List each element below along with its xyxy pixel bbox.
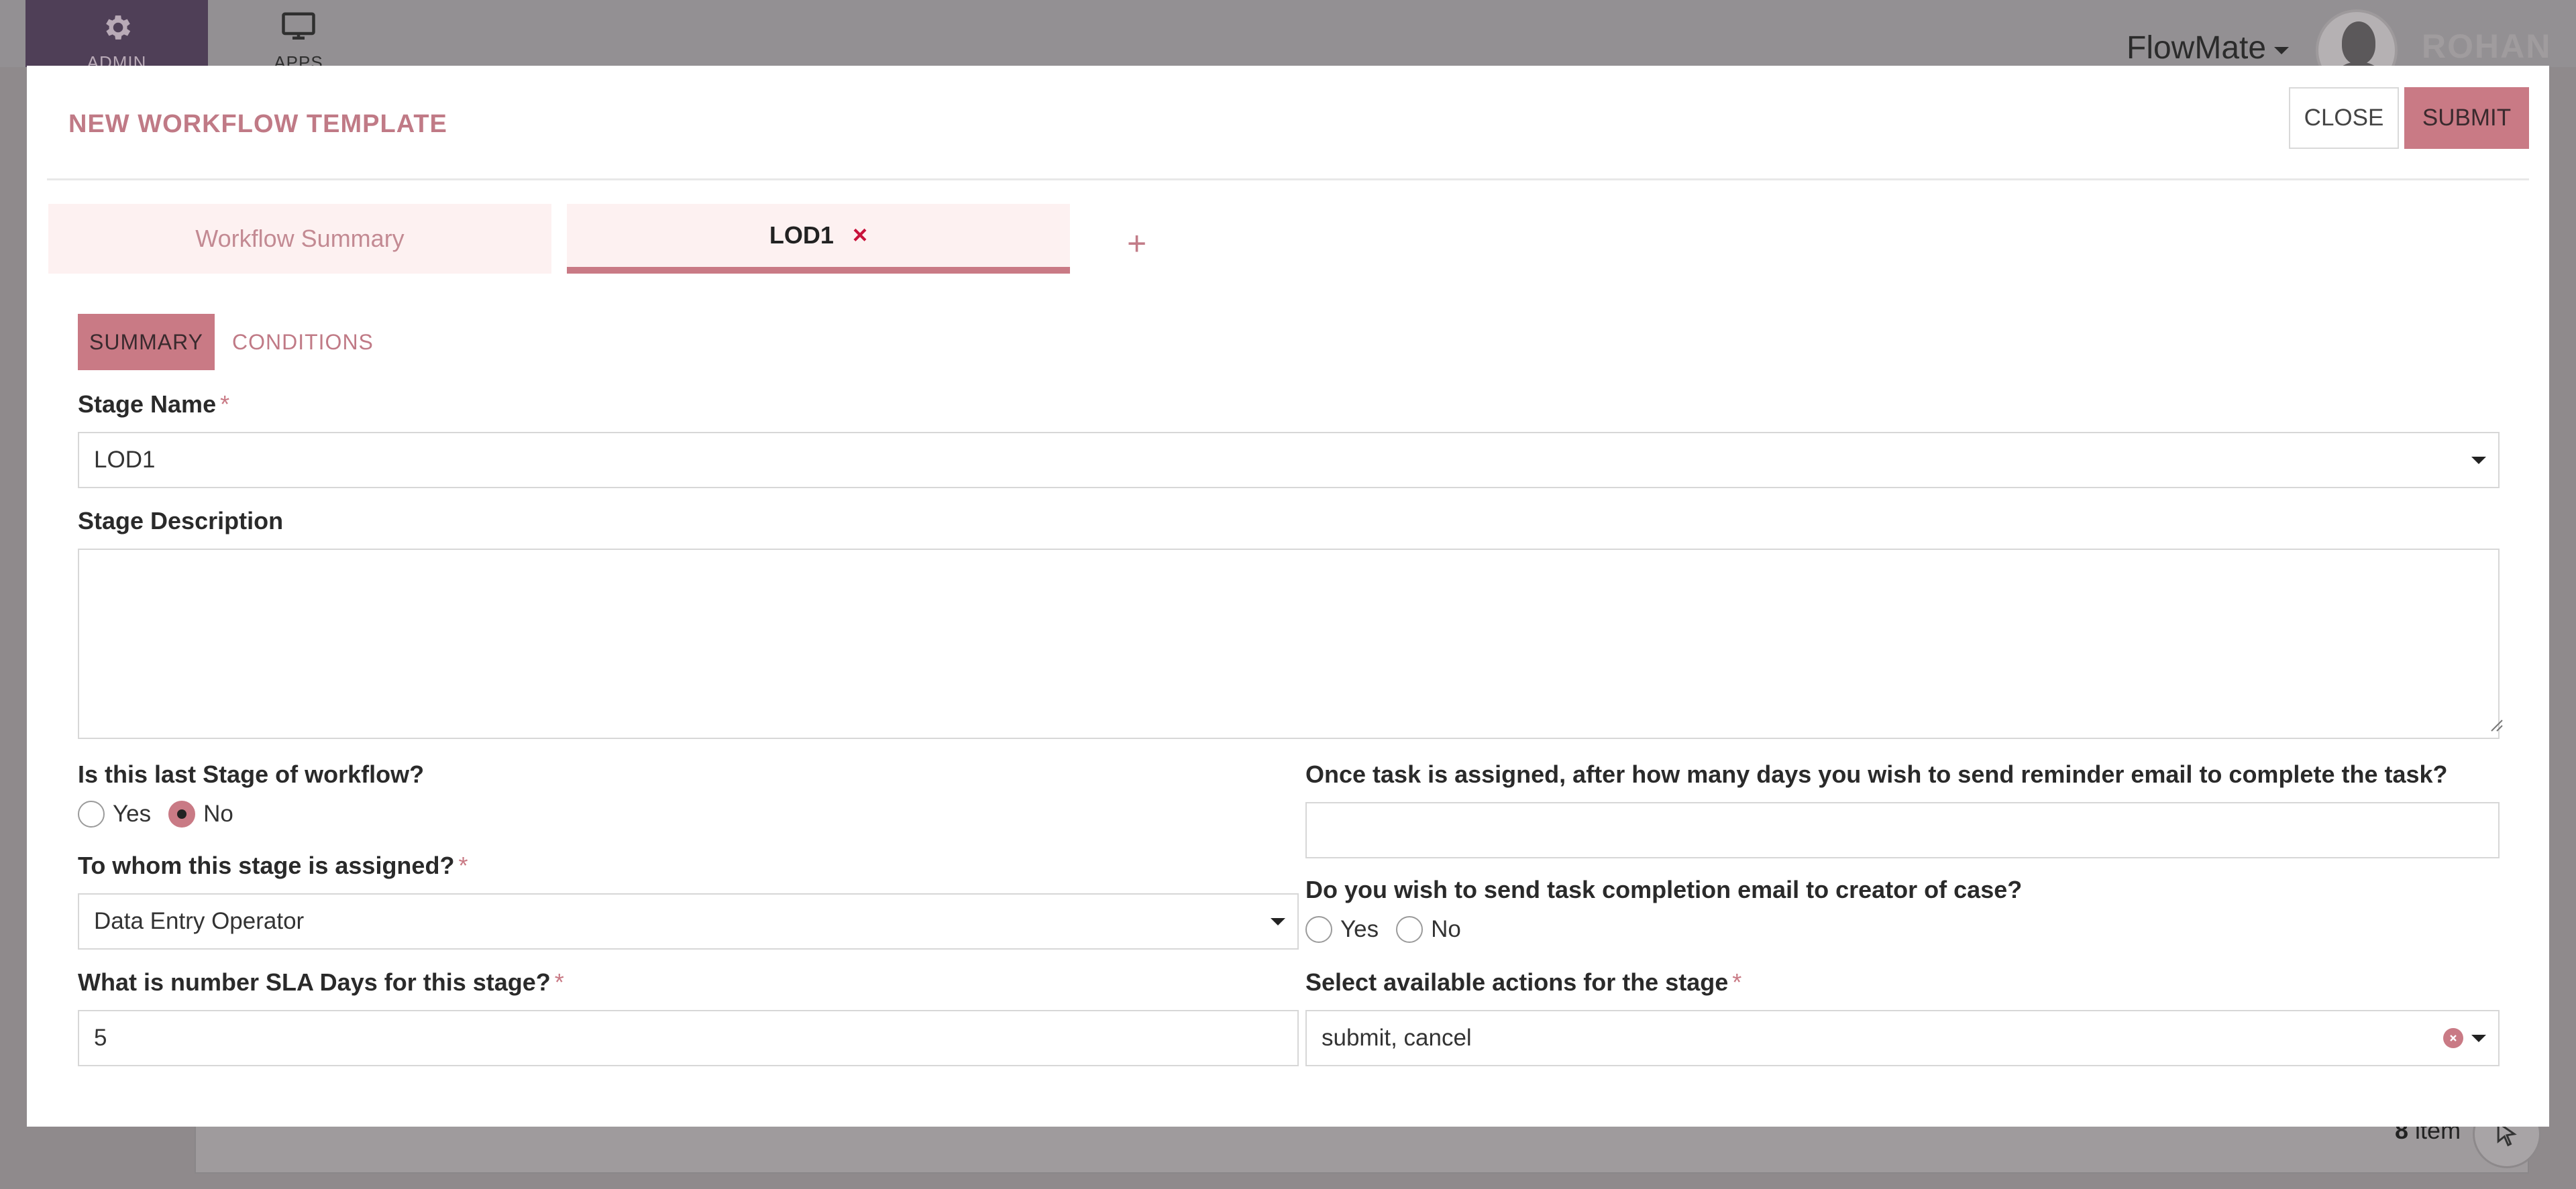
assigned-to-label-text: To whom this stage is assigned? (78, 852, 455, 879)
tab-lod1-label: LOD1 (769, 221, 834, 249)
completion-email-no[interactable]: No (1396, 916, 1461, 943)
modal-title: NEW WORKFLOW TEMPLATE (68, 110, 447, 138)
completion-email-label: Do you wish to send task completion emai… (1305, 876, 2023, 903)
resize-grip-icon[interactable] (2487, 716, 2504, 732)
radio-no[interactable] (168, 801, 196, 828)
available-actions-select[interactable]: submit, cancel (1305, 1010, 2500, 1066)
close-button[interactable]: CLOSE (2289, 87, 2399, 149)
brand-name: FlowMate (2127, 30, 2267, 66)
chevron-down-icon[interactable] (2471, 1035, 2486, 1042)
reminder-days-label: Once task is assigned, after how many da… (1305, 760, 2448, 788)
stage-name-value: LOD1 (94, 447, 156, 473)
completion-email-yes[interactable]: Yes (1305, 916, 1379, 943)
is-last-stage-radio-group: Yes No (78, 801, 251, 828)
sla-days-label-text: What is number SLA Days for this stage? (78, 968, 551, 996)
stage-name-label: Stage Name * (78, 390, 229, 418)
available-actions-value: submit, cancel (1322, 1025, 1472, 1051)
is-last-stage-no[interactable]: No (168, 801, 233, 828)
sla-days-label: What is number SLA Days for this stage? * (78, 968, 564, 997)
tab-workflow-summary[interactable]: Workflow Summary (48, 204, 551, 274)
nav-apps[interactable]: APPS (248, 0, 349, 72)
assigned-to-select[interactable]: Data Entry Operator (78, 893, 1299, 950)
close-icon[interactable]: × (853, 221, 867, 250)
sla-days-value: 5 (94, 1025, 107, 1051)
submit-button[interactable]: SUBMIT (2404, 87, 2529, 149)
required-mark: * (220, 390, 230, 418)
subtab-summary[interactable]: SUMMARY (78, 314, 215, 370)
is-last-stage-yes[interactable]: Yes (78, 801, 151, 828)
gear-icon (25, 11, 208, 46)
stage-description-textarea[interactable] (78, 549, 2500, 739)
required-mark: * (554, 968, 564, 996)
stage-name-select[interactable]: LOD1 (78, 432, 2500, 488)
chevron-down-icon (1271, 918, 1285, 925)
assigned-to-value: Data Entry Operator (94, 908, 305, 934)
radio-no-label: No (1431, 916, 1461, 942)
chevron-down-icon (2274, 47, 2290, 54)
sla-days-input[interactable]: 5 (78, 1010, 1299, 1066)
radio-yes-label: Yes (1340, 916, 1379, 942)
tab-workflow-summary-label: Workflow Summary (195, 225, 405, 252)
radio-no-label: No (203, 801, 233, 827)
is-last-stage-label: Is this last Stage of workflow? (78, 760, 425, 788)
available-actions-label: Select available actions for the stage * (1305, 968, 1741, 997)
radio-yes-label: Yes (113, 801, 152, 827)
required-mark: * (1732, 968, 1742, 996)
brand-menu[interactable]: FlowMate (2127, 30, 2290, 66)
clear-icon[interactable] (2443, 1028, 2463, 1048)
required-mark: * (458, 852, 468, 879)
subtab-conditions[interactable]: CONDITIONS (232, 314, 374, 370)
header-divider (47, 178, 2529, 180)
radio-no[interactable] (1396, 916, 1424, 943)
assigned-to-label: To whom this stage is assigned? * (78, 852, 468, 880)
add-stage-button[interactable]: + (1127, 224, 1146, 263)
nav-admin[interactable]: ADMIN (25, 0, 208, 72)
reminder-days-input[interactable] (1305, 802, 2500, 858)
tab-lod1[interactable]: LOD1 × (567, 204, 1070, 274)
completion-email-radio-group: Yes No (1305, 916, 1479, 943)
radio-yes[interactable] (78, 801, 105, 828)
new-workflow-template-modal: NEW WORKFLOW TEMPLATE CLOSE SUBMIT Workf… (27, 66, 2549, 1127)
monitor-icon (248, 11, 349, 46)
stage-name-label-text: Stage Name (78, 390, 217, 418)
stage-description-label: Stage Description (78, 507, 284, 534)
user-name: ROHAN (2422, 27, 2552, 65)
available-actions-label-text: Select available actions for the stage (1305, 968, 1729, 996)
chevron-down-icon (2471, 457, 2486, 464)
radio-yes[interactable] (1305, 916, 1332, 943)
